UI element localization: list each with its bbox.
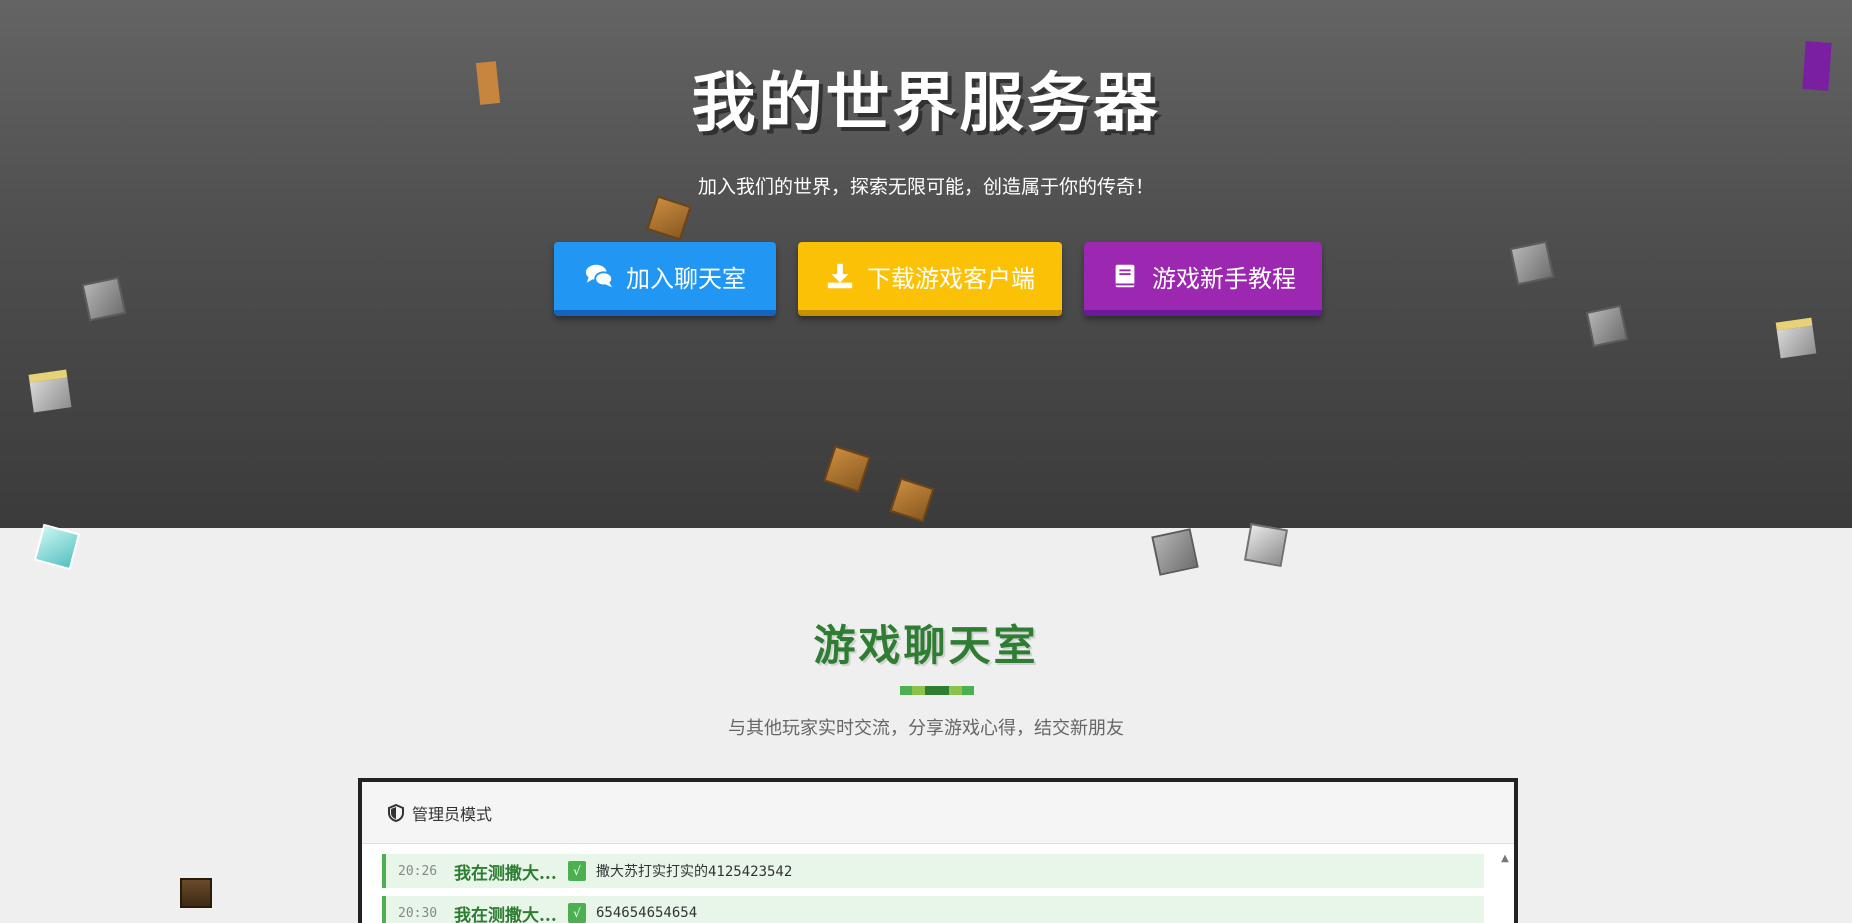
message-username[interactable]: 我在测撒大... — [454, 901, 568, 923]
chat-message: 20:30 我在测撒大... √ 654654654654 — [382, 896, 1484, 923]
join-chat-button[interactable]: 加入聊天室 — [554, 242, 776, 316]
floating-block-icon — [28, 369, 72, 413]
hero-subtitle: 加入我们的世界，探索无限可能，创造属于你的传奇！ — [697, 176, 1154, 198]
shield-icon — [388, 803, 404, 822]
hero-title: 我的世界服务器 — [691, 66, 1161, 141]
tutorial-button[interactable]: 游戏新手教程 — [1084, 242, 1322, 316]
floating-block-icon — [180, 878, 212, 908]
chat-message: 20:26 我在测撒大... √ 撒大苏打实打实的4125423542 — [382, 854, 1484, 888]
hero-section: 我的世界服务器 加入我们的世界，探索无限可能，创造属于你的传奇！ 加入聊天室 下… — [0, 0, 1852, 528]
floating-block-icon — [1802, 41, 1832, 91]
floating-block-icon — [33, 523, 81, 571]
floating-block-icon — [1509, 240, 1555, 286]
join-chat-label: 加入聊天室 — [626, 264, 746, 293]
message-username[interactable]: 我在测撒大... — [454, 859, 568, 884]
download-icon — [827, 263, 853, 289]
scrollbar-up-arrow-icon[interactable]: ▲ — [1498, 852, 1512, 866]
chat-panel: 管理员模式 20:26 我在测撒大... √ 撒大苏打实打实的412542354… — [358, 778, 1518, 923]
chat-section-title: 游戏聊天室 — [813, 621, 1039, 670]
verified-badge: √ — [568, 861, 586, 881]
download-client-button[interactable]: 下载游戏客户端 — [798, 242, 1062, 316]
comments-icon — [585, 264, 614, 288]
message-text: 撒大苏打实打实的4125423542 — [596, 864, 793, 880]
tutorial-label: 游戏新手教程 — [1152, 264, 1296, 293]
book-icon — [1115, 264, 1135, 288]
chat-section-subtitle: 与其他玩家实时交流，分享游戏心得，结交新朋友 — [728, 718, 1124, 739]
floating-block-icon — [1243, 522, 1289, 568]
floating-block-icon — [1585, 304, 1629, 348]
message-time: 20:30 — [398, 905, 438, 921]
floating-block-icon — [81, 276, 127, 322]
verified-badge: √ — [568, 903, 586, 923]
hero-button-row: 加入聊天室 下载游戏客户端 游戏新手教程 — [0, 242, 1852, 316]
floating-block-icon — [1151, 528, 1199, 576]
floating-block-icon — [1775, 317, 1817, 359]
message-time: 20:26 — [398, 863, 438, 879]
chat-header: 管理员模式 — [362, 782, 1514, 844]
download-client-label: 下载游戏客户端 — [867, 264, 1035, 293]
admin-mode-label[interactable]: 管理员模式 — [412, 801, 492, 825]
section-divider — [900, 686, 974, 695]
floating-block-icon — [475, 61, 501, 105]
message-text: 654654654654 — [596, 905, 698, 921]
